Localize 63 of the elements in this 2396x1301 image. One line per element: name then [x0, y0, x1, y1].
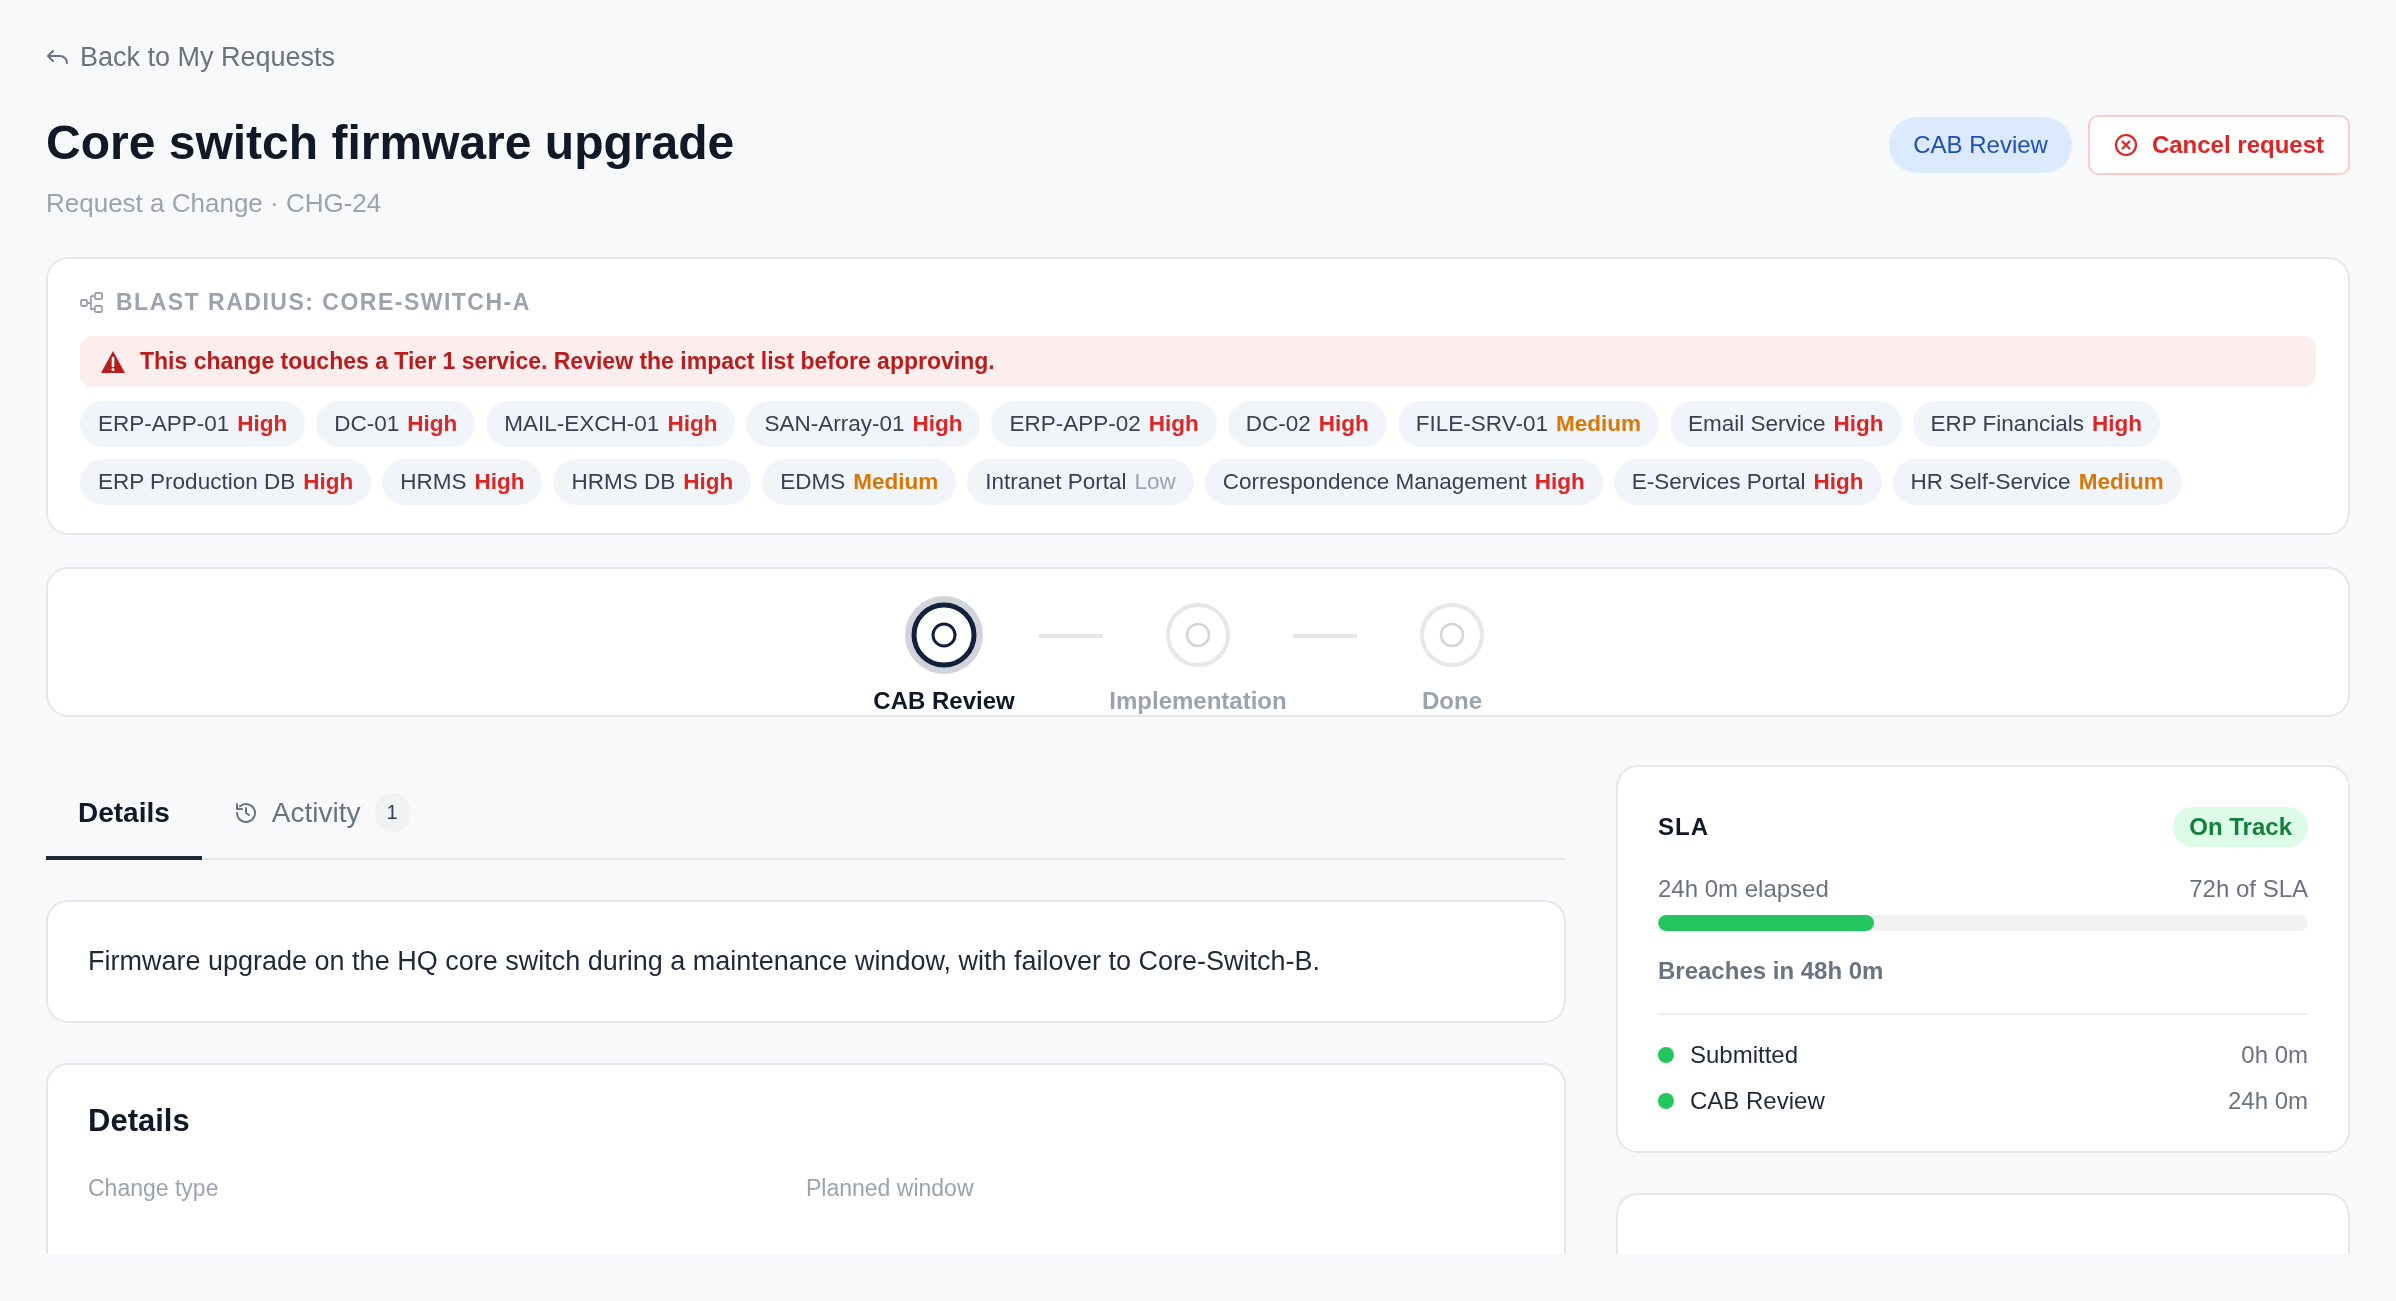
sla-total-text: 72h of SLA	[2189, 875, 2308, 903]
service-name: E-Services Portal	[1631, 469, 1806, 495]
close-circle-icon	[2113, 133, 2138, 157]
breach-text: Breaches in 48h 0m	[1658, 957, 2308, 1015]
field-label: Planned window	[806, 1175, 974, 1201]
service-name: Email Service	[1687, 411, 1826, 437]
warning-text: This change touches a Tier 1 service. Review the impact list before approving.	[140, 348, 995, 375]
severity-label: Medium	[1555, 411, 1641, 437]
cancel-request-button[interactable]: Cancel request	[2087, 115, 2350, 175]
timeline-label: CAB Review	[1690, 1087, 1825, 1115]
service-name: ERP Financials	[1930, 411, 2084, 437]
severity-label: Medium	[2078, 469, 2164, 495]
severity-label: High	[237, 411, 288, 437]
severity-label: High	[1833, 411, 1884, 437]
sla-title: SLA	[1658, 813, 1709, 841]
details-title: Details	[88, 1103, 191, 1139]
severity-label: High	[1534, 469, 1585, 495]
service-name: FILE-SRV-01	[1415, 411, 1548, 437]
severity-label: Medium	[853, 469, 939, 495]
severity-label: High	[2091, 411, 2142, 437]
step-label: Implementation	[1109, 687, 1287, 715]
warning-icon	[100, 349, 126, 374]
severity-label: High	[667, 411, 718, 437]
description-text: Firmware upgrade on the HQ core switch during a maintenance window, with failover to Core-Switch-B.	[88, 946, 1322, 977]
status-badge: On Track	[2173, 807, 2308, 847]
severity-label: High	[474, 469, 525, 495]
tab[interactable]: Details	[46, 783, 202, 860]
severity-label: High	[407, 411, 458, 437]
field-label: Change type	[88, 1175, 219, 1201]
service-name: Correspondence Management	[1222, 469, 1527, 495]
severity-label: High	[1148, 411, 1199, 437]
service-name: ERP-APP-01	[98, 411, 230, 437]
network-icon	[80, 291, 104, 314]
timeline-label: Submitted	[1690, 1041, 1799, 1069]
service-name: EDMS	[780, 469, 846, 495]
service-name: HRMS	[400, 469, 467, 495]
service-name: ERP Production DB	[98, 469, 296, 495]
page-title: Core switch firmware upgrade	[46, 115, 735, 170]
timeline-time: 0h 0m	[2241, 1041, 2308, 1069]
service-name: HRMS DB	[571, 469, 676, 495]
severity-label: High	[1318, 411, 1369, 437]
history-icon	[233, 800, 258, 825]
service-name: Intranet Portal	[985, 469, 1127, 495]
status-badge: CAB Review	[1889, 117, 2072, 173]
severity-label: High	[1813, 469, 1864, 495]
tab[interactable]: Activity 1	[201, 783, 442, 860]
blast-radius-title: BLAST RADIUS: CORE-SWITCH-A	[116, 289, 531, 316]
count-badge: 1	[374, 793, 410, 832]
timeline-time: 24h 0m	[2227, 1087, 2308, 1115]
service-name: DC-01	[334, 411, 400, 437]
request-subtitle: Request a Change · CHG-24	[46, 188, 383, 219]
service-name: SAN-Array-01	[764, 411, 905, 437]
step-label: CAB Review	[873, 687, 1015, 715]
severity-label: High	[303, 469, 354, 495]
step-label: Done	[1422, 687, 1482, 715]
elapsed-text: 24h 0m elapsed	[1658, 875, 1829, 903]
severity-label: High	[912, 411, 963, 437]
severity-label: Low	[1134, 469, 1176, 495]
service-name: HR Self-Service	[1910, 469, 2071, 495]
service-name: MAIL-EXCH-01	[504, 411, 660, 437]
service-name: DC-02	[1245, 411, 1311, 437]
service-name: ERP-APP-02	[1009, 411, 1141, 437]
severity-label: High	[683, 469, 734, 495]
